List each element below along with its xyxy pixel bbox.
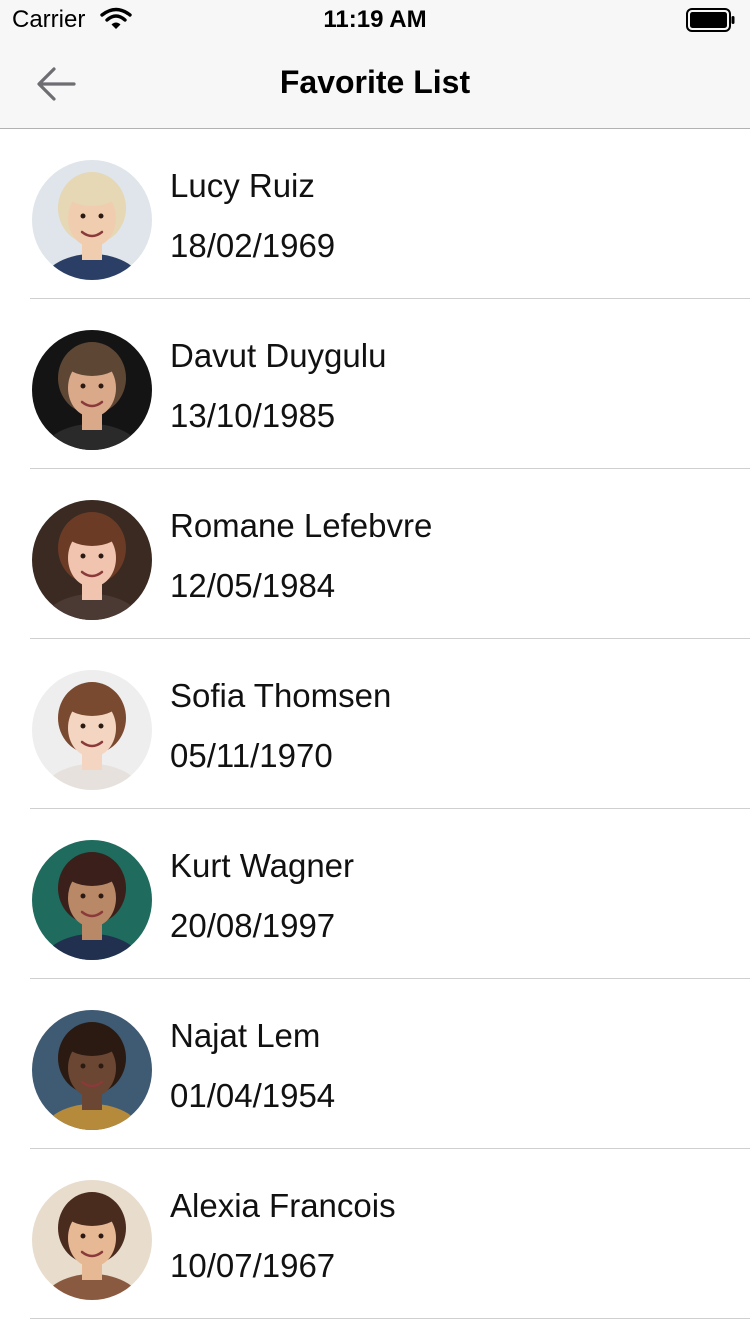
contact-date: 20/08/1997	[170, 907, 336, 944]
contact-date: 01/04/1954	[170, 1077, 336, 1114]
avatar	[32, 840, 152, 960]
contact-name: Najat Lem	[170, 1017, 321, 1054]
navigation-bar: Favorite List	[0, 40, 750, 129]
avatar	[32, 500, 152, 620]
avatar	[32, 330, 152, 450]
contact-name: Kurt Wagner	[170, 847, 355, 884]
favorite-list: Lucy Ruiz 18/02/1969 Davut Duygulu 13/10/19…	[0, 129, 750, 1319]
avatar	[32, 1180, 152, 1300]
contact-date: 10/07/1967	[170, 1247, 336, 1284]
page-title: Favorite List	[279, 64, 471, 100]
list-item[interactable]: Kurt Wagner 20/08/1997	[0, 809, 750, 979]
contact-date: 12/05/1984	[170, 567, 336, 604]
contact-name: Lucy Ruiz	[170, 167, 315, 204]
avatar	[32, 670, 152, 790]
battery-icon	[686, 8, 736, 32]
clock-time: 11:19 AM	[323, 6, 427, 33]
avatar	[32, 160, 152, 280]
list-item[interactable]: Alexia Francois 10/07/1967	[0, 1149, 750, 1319]
list-item[interactable]: Lucy Ruiz 18/02/1969	[0, 129, 750, 299]
status-bar: Carrier 11:19 AM	[0, 0, 750, 40]
contact-date: 18/02/1969	[170, 227, 336, 264]
list-item[interactable]: Najat Lem 01/04/1954	[0, 979, 750, 1149]
contact-name: Sofia Thomsen	[170, 677, 392, 714]
contact-name: Romane Lefebvre	[170, 507, 433, 544]
contact-date: 13/10/1985	[170, 397, 336, 434]
avatar	[32, 1010, 152, 1130]
list-item[interactable]: Davut Duygulu 13/10/1985	[0, 299, 750, 469]
list-item[interactable]: Romane Lefebvre 12/05/1984	[0, 469, 750, 639]
list-item[interactable]: Sofia Thomsen 05/11/1970	[0, 639, 750, 809]
contact-date: 05/11/1970	[170, 737, 333, 774]
contact-name: Alexia Francois	[170, 1187, 396, 1224]
contact-name: Davut Duygulu	[170, 337, 387, 374]
